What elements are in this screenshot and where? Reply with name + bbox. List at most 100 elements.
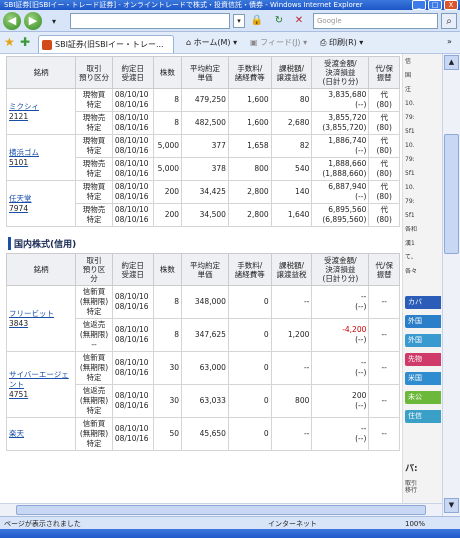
column-header: 平均約定 単価: [181, 253, 229, 286]
side-panel-button[interactable]: 外国: [405, 334, 441, 347]
date-cell: 08/10/10 08/10/16: [111, 134, 154, 158]
amount-cell: -4,200 (--): [311, 318, 370, 352]
tax-cell: 82: [270, 134, 313, 158]
scroll-thumb[interactable]: [444, 134, 459, 254]
trade-type-cell: 信返売 (無期限) --: [75, 318, 113, 352]
trade-type-cell: 信新買 (無期限) 特定: [75, 417, 113, 451]
quantity-cell: 5,000: [152, 157, 183, 181]
pl-value: (1,888,660): [322, 169, 367, 178]
more-commands-button[interactable]: »: [447, 37, 452, 46]
zone-label: インターネット: [268, 520, 317, 528]
date-cell: 08/10/10 08/10/16: [111, 318, 154, 352]
side-panel-text: 79:: [405, 114, 415, 121]
search-input[interactable]: Google: [313, 13, 438, 29]
side-panel-button[interactable]: 外国: [405, 315, 441, 328]
amount-value: -4,200: [342, 325, 367, 334]
stock-name-link[interactable]: 任天堂: [9, 194, 32, 203]
side-panel-text: 各々: [405, 268, 418, 275]
side-panel-button[interactable]: カバ: [405, 296, 441, 309]
pl-value: (6,895,560): [322, 215, 367, 224]
stock-name-cell[interactable]: サイバーエージェント 4751: [5, 351, 77, 418]
date-cell: 08/10/10 08/10/16: [111, 417, 154, 451]
side-panel-text: 10.: [405, 100, 415, 107]
stock-name-link[interactable]: フリービット: [9, 309, 54, 318]
stock-name-cell[interactable]: ミクシィ 2121: [5, 88, 77, 135]
column-header: 約定日 受渡日: [111, 56, 154, 89]
quantity-cell: 8: [152, 88, 183, 112]
lock-icon[interactable]: 🔒: [250, 14, 264, 28]
scroll-up-icon[interactable]: ▲: [444, 55, 459, 70]
date-cell: 08/10/10 08/10/16: [111, 384, 154, 418]
stop-icon[interactable]: ✕: [292, 14, 306, 28]
stock-name-cell[interactable]: 任天堂 7974: [5, 180, 77, 227]
amount-value: 6,887,940: [328, 182, 367, 191]
minimize-button[interactable]: _: [412, 0, 426, 10]
tax-cell: 80: [270, 88, 313, 112]
stock-code: 3843: [9, 318, 29, 328]
trade-type-cell: 現物買 特定: [75, 134, 113, 158]
horizontal-scrollbar[interactable]: [0, 503, 442, 516]
side-panel-button[interactable]: 未公: [405, 391, 441, 404]
stock-name-cell[interactable]: フリービット 3843: [5, 285, 77, 352]
daiho-cell: 代 (80): [368, 88, 400, 112]
address-dropdown-icon[interactable]: ▾: [233, 14, 245, 28]
pl-value: (--): [355, 302, 367, 311]
price-cell: 377: [181, 134, 229, 158]
price-cell: 45,650: [181, 417, 229, 451]
daiho-cell: 代 (80): [368, 111, 400, 135]
side-panel-text: 国: [405, 72, 412, 79]
price-cell: 378: [181, 157, 229, 181]
stock-name-cell[interactable]: 楽天: [5, 417, 77, 451]
side-panel-button[interactable]: 先物: [405, 353, 441, 366]
amount-cell: 6,887,940 (--): [311, 180, 370, 204]
back-arrow-icon[interactable]: ◀: [3, 12, 21, 30]
quantity-cell: 8: [152, 111, 183, 135]
stock-name-link[interactable]: サイバーエージェント: [9, 370, 69, 389]
amount-cell: -- (--): [311, 351, 370, 385]
stock-name-link[interactable]: 横浜ゴム: [9, 148, 39, 157]
home-button[interactable]: ⌂ ホーム(M) ▾: [186, 37, 237, 48]
side-panel-button[interactable]: 米国: [405, 372, 441, 385]
close-button[interactable]: X: [444, 0, 458, 10]
amount-value: 1,886,740: [328, 136, 367, 145]
favorites-star-icon[interactable]: ★: [4, 35, 15, 49]
hscroll-thumb[interactable]: [16, 505, 426, 515]
amount-value: 1,888,660: [328, 159, 367, 168]
feed-button[interactable]: ▣ フィード(J) ▾: [250, 37, 307, 48]
fee-cell: 2,800: [227, 203, 272, 227]
maximize-button[interactable]: □: [428, 0, 442, 10]
nav-dropdown-icon[interactable]: ▾: [47, 15, 61, 29]
add-favorite-icon[interactable]: ✚: [20, 35, 30, 49]
column-header: 手数料/諸経費等: [227, 56, 272, 89]
print-button[interactable]: ⎙ 印刷(R) ▾: [320, 37, 363, 48]
side-panel-button[interactable]: 住信: [405, 410, 441, 423]
print-label: 印刷(R): [328, 38, 357, 47]
address-input[interactable]: [70, 13, 230, 29]
quantity-cell: 50: [152, 417, 183, 451]
magnifier-icon[interactable]: ⌕: [441, 13, 457, 29]
side-panel-text: 10.: [405, 184, 415, 191]
site-favicon-icon: [42, 40, 52, 50]
scroll-down-icon[interactable]: ▼: [444, 498, 459, 513]
refresh-icon[interactable]: ↻: [272, 14, 286, 28]
trade-type-cell: 信新買 (無期限) 特定: [75, 285, 113, 319]
zoom-level[interactable]: 100%: [405, 519, 425, 529]
column-header: 受渡金額/決済損益 (日計り分): [311, 56, 370, 89]
shinyo-table: 銘柄 取引 預り区分約定日 受渡日 株数 平均約定 単価 手数料/諸経費等 課税額/譲渡益税 受渡…: [5, 253, 400, 451]
browser-tab[interactable]: SBI証券(旧SBIイー・トレー...: [38, 35, 174, 53]
vertical-scrollbar[interactable]: ▲ ▼: [442, 54, 460, 516]
column-header: 銘柄: [5, 253, 77, 286]
tax-cell: 540: [270, 157, 313, 181]
price-cell: 63,000: [181, 351, 229, 385]
column-header: 課税額/譲渡益税: [270, 253, 313, 286]
tax-cell: --: [270, 351, 313, 385]
stock-name-link[interactable]: 楽天: [9, 429, 24, 438]
stock-name-cell[interactable]: 横浜ゴム 5101: [5, 134, 77, 181]
pl-value: (3,855,720): [322, 123, 367, 132]
date-cell: 08/10/10 08/10/16: [111, 351, 154, 385]
side-panel-text: 各和: [405, 226, 418, 233]
stock-name-link[interactable]: ミクシィ: [9, 102, 39, 111]
forward-arrow-icon[interactable]: ▶: [24, 12, 42, 30]
quantity-cell: 30: [152, 351, 183, 385]
column-header: 株数: [152, 253, 183, 286]
